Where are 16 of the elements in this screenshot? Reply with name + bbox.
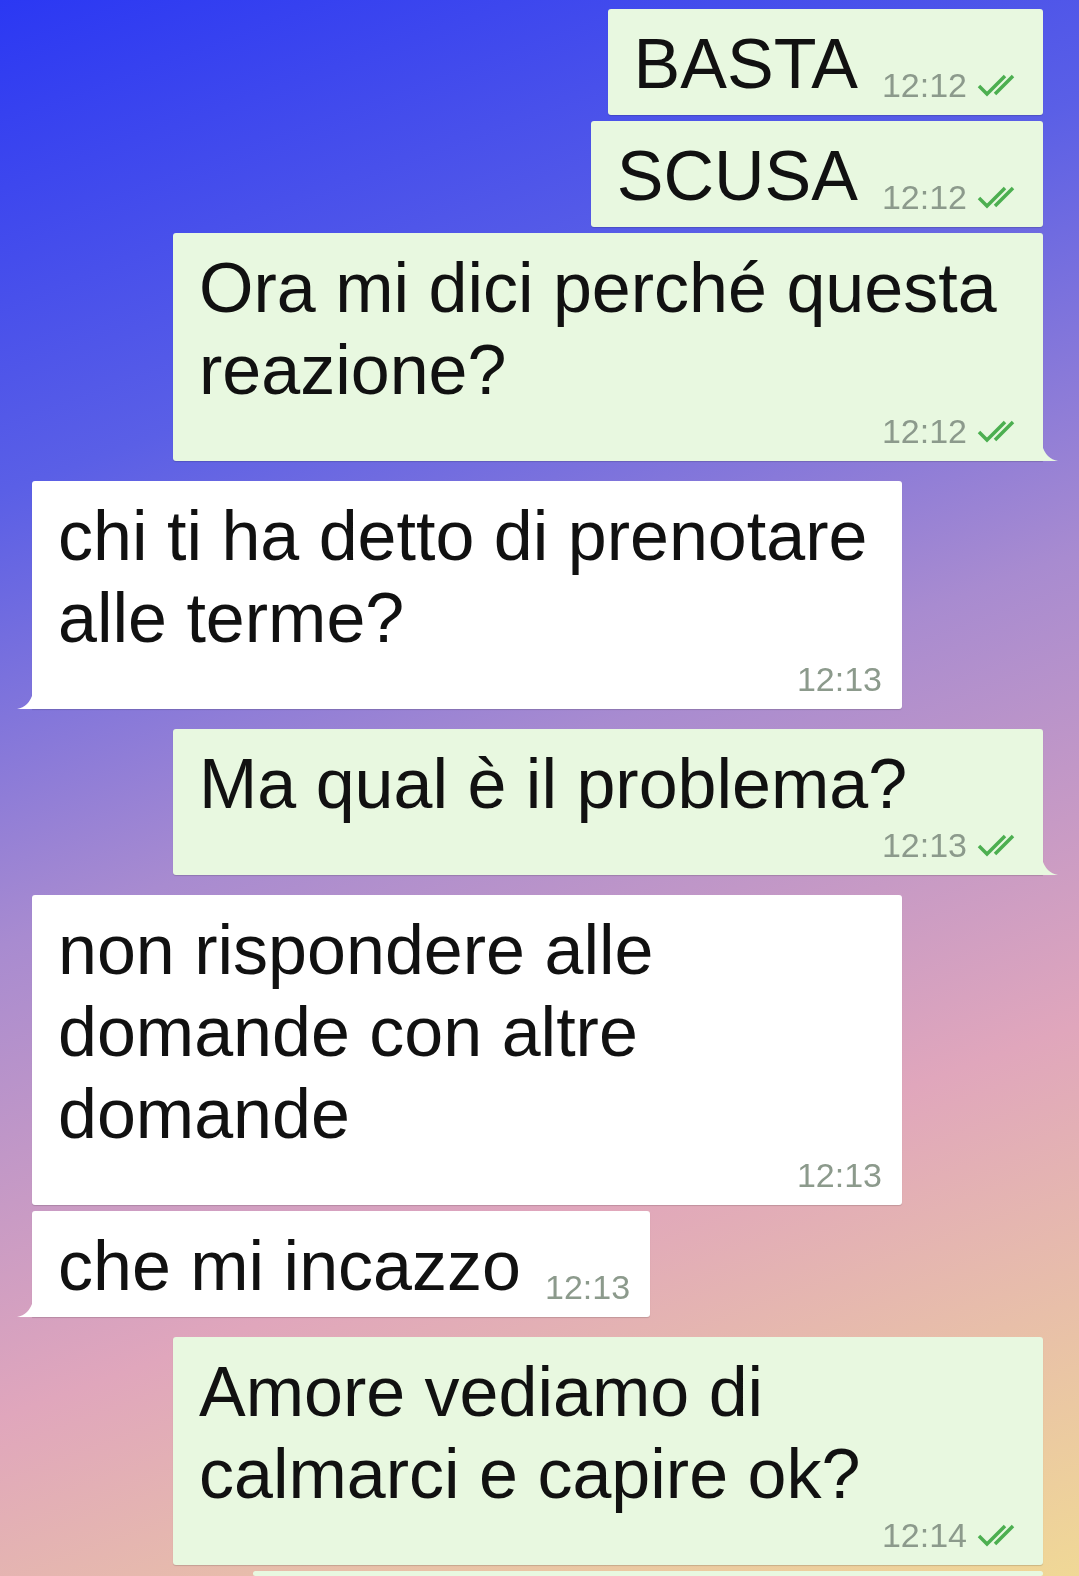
message-text: chi ti ha detto di prenotare alle terme? [58, 496, 869, 659]
message-text: che mi incazzo [58, 1226, 521, 1307]
message-time: 12:13 [796, 659, 882, 699]
message-time: 12:12 [881, 177, 967, 217]
message-time: 12:14 [881, 1515, 967, 1555]
message-text: BASTA [633, 24, 858, 105]
message-text: non rispondere alle domande con altre domande [58, 910, 655, 1155]
message-text: SCUSA [616, 136, 858, 217]
message-time: 12:13 [881, 825, 967, 865]
message-text: Ora mi dici perché questa reazione? [199, 248, 998, 411]
message-text: Ma qual è il problema? [199, 744, 908, 825]
message-time: 12:13 [796, 1155, 882, 1195]
message-time: 12:12 [881, 411, 967, 451]
message-time: 12:13 [544, 1267, 631, 1307]
message-text: Amore vediamo di calmarci e capire ok? [199, 1352, 862, 1515]
message-time: 12:12 [881, 65, 967, 105]
